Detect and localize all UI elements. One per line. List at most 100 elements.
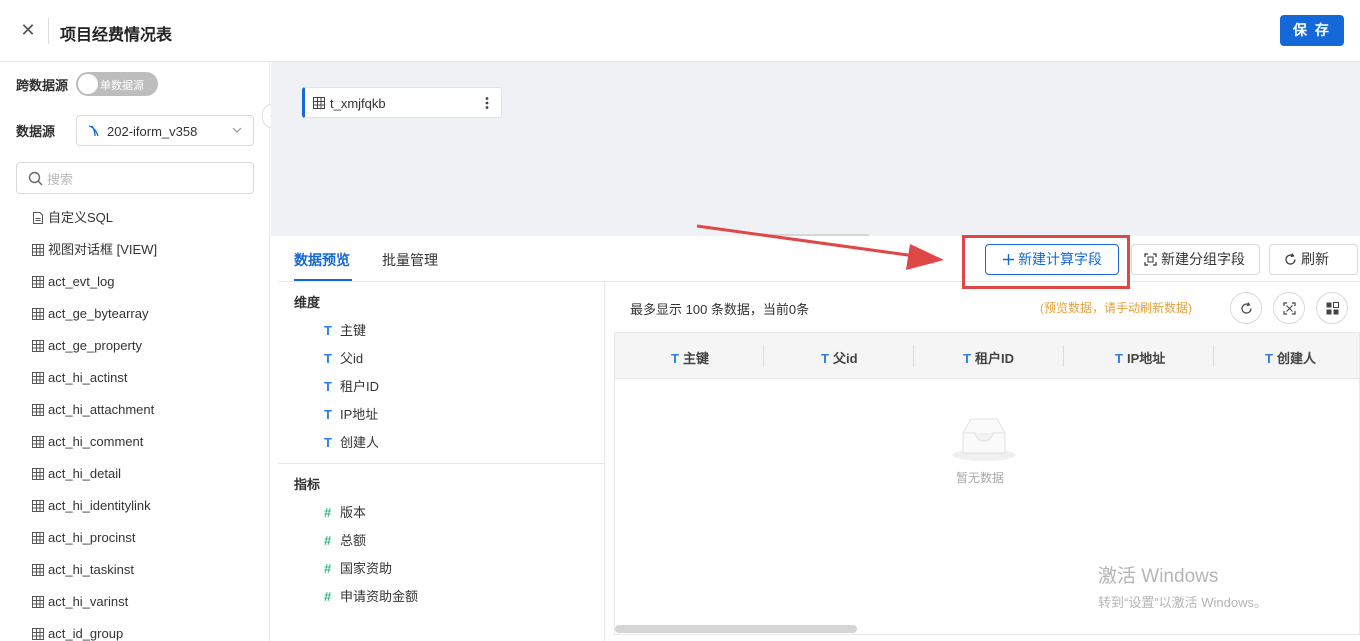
page-title: 项目经费情况表	[60, 27, 173, 44]
table-list-item[interactable]: act_hi_procinst	[32, 522, 262, 554]
table-list-item[interactable]: act_hi_attachment	[32, 394, 262, 426]
table-icon	[32, 372, 44, 384]
table-list-item-label: act_hi_varinst	[48, 594, 129, 609]
table-list-item-label: act_hi_actinst	[48, 370, 128, 385]
table-list-item-label: act_hi_detail	[48, 466, 121, 481]
refresh-icon	[1241, 302, 1252, 314]
column-header[interactable]: T IP地址	[1115, 348, 1165, 367]
column-header[interactable]: T 父id	[821, 348, 858, 367]
dimension-field[interactable]: T 父id	[324, 348, 363, 367]
dimension-field-label: 创建人	[340, 435, 380, 450]
header-divider	[48, 18, 49, 44]
metric-field-label: 版本	[340, 505, 367, 520]
table-icon	[32, 276, 44, 288]
column-header-label: IP地址	[1126, 351, 1166, 366]
reload-preview-button[interactable]	[1230, 292, 1262, 324]
dimension-field[interactable]: T 租户ID	[324, 376, 379, 395]
metric-field-label: 总额	[340, 533, 367, 548]
dimension-field[interactable]: T 创建人	[324, 432, 379, 451]
fields-divider	[278, 463, 605, 464]
group-field-icon	[1144, 253, 1157, 266]
table-list-item[interactable]: act_hi_comment	[32, 426, 262, 458]
column-separator[interactable]	[1063, 345, 1064, 367]
active-tab-indicator	[294, 279, 352, 281]
new-group-field-button[interactable]: 新建分组字段	[1131, 244, 1260, 275]
metric-field[interactable]: # 申请资助金额	[324, 586, 418, 605]
metric-field[interactable]: # 版本	[324, 502, 366, 521]
table-icon	[32, 500, 44, 512]
column-separator[interactable]	[913, 345, 914, 367]
table-list-item[interactable]: act_ge_property	[32, 330, 262, 362]
column-header[interactable]: T 主键	[671, 348, 709, 367]
metric-field-label: 申请资助金额	[340, 589, 419, 604]
table-icon	[32, 596, 44, 608]
chevron-down-icon	[232, 127, 242, 133]
table-list-item-label: act_ge_bytearray	[48, 306, 149, 321]
datasource-label: 数据源	[16, 124, 56, 139]
windows-activation-watermark: 激活 Windows 转到“设置”以激活 Windows。	[1098, 561, 1267, 611]
table-list-item-label: act_hi_identitylink	[48, 498, 151, 513]
table-list-item[interactable]: act_hi_varinst	[32, 586, 262, 618]
toggle-knob	[78, 74, 98, 94]
column-header-label: 租户ID	[974, 351, 1014, 366]
layout-grid-button[interactable]	[1316, 292, 1348, 324]
table-icon	[32, 628, 44, 640]
refresh-icon	[1285, 253, 1296, 265]
table-node-label: t_xmjfqkb	[330, 96, 386, 111]
text-type-icon: T	[1265, 351, 1273, 366]
table-list-item[interactable]: 自定义SQL	[32, 202, 262, 234]
dimension-field[interactable]: T 主键	[324, 320, 366, 339]
column-separator[interactable]	[763, 345, 764, 367]
fullscreen-button[interactable]	[1273, 292, 1305, 324]
datasource-value: 202-iform_v358	[107, 124, 198, 139]
metric-field[interactable]: # 国家资助	[324, 558, 392, 577]
metric-field[interactable]: # 总额	[324, 530, 366, 549]
table-list-item[interactable]: act_ge_bytearray	[32, 298, 262, 330]
save-button[interactable]: 保 存	[1280, 15, 1344, 46]
column-header-label: 主键	[682, 351, 709, 366]
datasource-select[interactable]: 202-iform_v358	[76, 115, 254, 146]
table-search[interactable]	[16, 162, 254, 194]
text-type-icon: T	[324, 435, 332, 450]
datasource-toggle[interactable]: 单数据源	[76, 72, 158, 96]
column-header[interactable]: T 创建人	[1265, 348, 1316, 367]
text-type-icon: T	[671, 351, 679, 366]
mysql-icon	[88, 125, 99, 137]
table-list-item[interactable]: act_evt_log	[32, 266, 262, 298]
table-list: 自定义SQL 视图对话框 [VIEW] act_evt_log act_ge_byte…	[32, 202, 262, 641]
fullscreen-icon	[1283, 302, 1296, 315]
table-list-item-label: act_hi_taskinst	[48, 562, 134, 577]
table-list-item-label: 自定义SQL	[48, 210, 114, 225]
close-icon[interactable]: ✕	[18, 20, 38, 40]
dimension-field-label: 主键	[340, 323, 367, 338]
watermark-line1: 激活 Windows	[1098, 566, 1219, 587]
preview-info: 最多显示 100 条数据，当前0条	[630, 302, 810, 317]
new-group-field-label: 新建分组字段	[1161, 251, 1245, 267]
text-type-icon: T	[963, 351, 971, 366]
table-list-item[interactable]: act_hi_identitylink	[32, 490, 262, 522]
dimension-field[interactable]: T IP地址	[324, 404, 378, 423]
number-type-icon: #	[324, 533, 332, 548]
horizontal-scrollbar[interactable]	[615, 625, 857, 633]
search-input[interactable]	[47, 169, 247, 189]
table-list-item[interactable]: act_id_group	[32, 618, 262, 641]
table-node[interactable]: t_xmjfqkb	[302, 87, 502, 118]
refresh-button[interactable]: 刷新	[1269, 244, 1358, 275]
column-header[interactable]: T 租户ID	[963, 348, 1014, 367]
fields-panel: 维度 T 主键 T 父id T 租户ID T IP地址 T 创建人 指标 # 版本 # 总额 # 国家资助 #…	[278, 282, 605, 641]
table-header: T 主键 T 父id T 租户ID T IP地址 T 创建人	[615, 333, 1359, 379]
metric-field-label: 国家资助	[340, 561, 393, 576]
text-type-icon: T	[821, 351, 829, 366]
table-list-item-label: act_id_group	[48, 626, 124, 641]
table-list-item[interactable]: act_hi_detail	[32, 458, 262, 490]
more-vertical-icon[interactable]	[479, 95, 495, 111]
tab-data-preview[interactable]: 数据预览	[294, 250, 350, 270]
tab-batch-manage[interactable]: 批量管理	[382, 250, 438, 270]
table-list-item[interactable]: act_hi_actinst	[32, 362, 262, 394]
column-separator[interactable]	[1213, 345, 1214, 367]
column-header-label: 创建人	[1276, 351, 1316, 366]
table-list-item[interactable]: act_hi_taskinst	[32, 554, 262, 586]
refresh-label: 刷新	[1301, 251, 1329, 267]
table-list-item[interactable]: 视图对话框 [VIEW]	[32, 234, 262, 266]
model-canvas[interactable]: t_xmjfqkb	[271, 62, 1360, 239]
